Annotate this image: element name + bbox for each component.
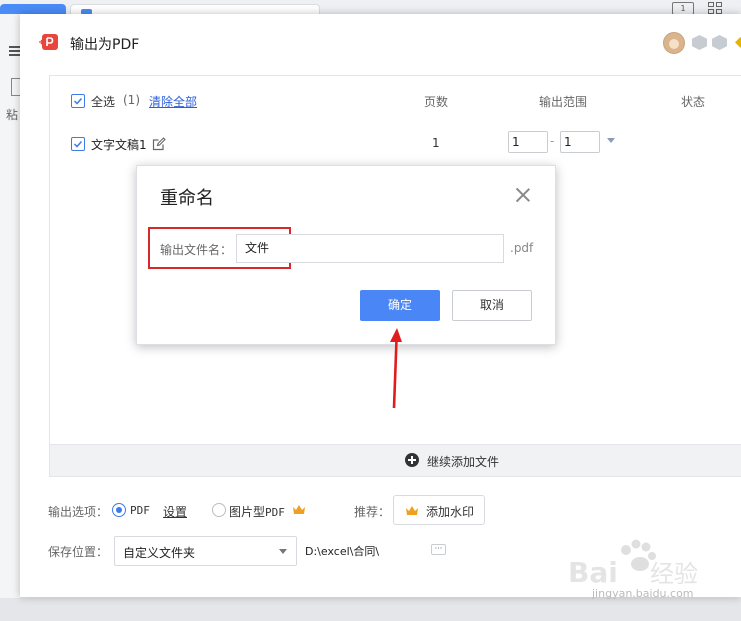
grid-view-icon[interactable]: [708, 2, 722, 14]
output-options-label: 输出选项：: [48, 505, 109, 519]
paste-label: 粘: [6, 108, 19, 122]
file-page-count: 1: [432, 136, 440, 150]
background-home-tab[interactable]: [0, 4, 66, 14]
crown-icon: [406, 506, 418, 515]
add-watermark-label: 添加水印: [426, 505, 475, 519]
filename-extension: .pdf: [510, 241, 534, 255]
menu-icon[interactable]: [9, 46, 20, 58]
range-to-input[interactable]: 1: [560, 131, 600, 153]
image-pdf-radio[interactable]: [212, 503, 226, 517]
clear-all-link[interactable]: 清除全部: [149, 93, 197, 110]
add-more-files-button[interactable]: 继续添加文件: [49, 444, 741, 477]
select-all-checkbox[interactable]: [71, 94, 85, 108]
crown-icon: [293, 505, 305, 514]
edit-name-icon[interactable]: [152, 137, 166, 151]
add-more-files-label: 继续添加文件: [427, 455, 500, 469]
select-all-label[interactable]: 全选: [91, 93, 115, 110]
pdf-logo-icon: [39, 34, 58, 50]
close-icon[interactable]: [515, 187, 531, 203]
vip-edge-icon: ◆: [735, 34, 741, 50]
range-separator: -: [550, 134, 555, 148]
save-location-select[interactable]: 自定义文件夹: [114, 536, 297, 566]
level-badge-icon[interactable]: [712, 35, 727, 50]
dialog-title: 输出为PDF: [70, 37, 140, 53]
column-header-pages: 页数: [424, 95, 449, 109]
file-row-checkbox[interactable]: [71, 137, 85, 151]
save-location-value: 自定义文件夹: [123, 546, 196, 560]
file-name: 文字文稿1: [91, 138, 147, 152]
save-path: D:\excel\合同\: [305, 545, 380, 558]
add-watermark-button[interactable]: 添加水印: [393, 495, 485, 525]
rename-modal: 重命名 输出文件名： 文件 .pdf 确定 取消: [136, 165, 556, 345]
svg-text:Bai: Bai: [568, 556, 618, 589]
browse-folder-button[interactable]: ···: [431, 544, 446, 555]
output-filename-label: 输出文件名：: [160, 243, 233, 257]
image-pdf-radio-label[interactable]: 图片型PDF: [229, 503, 285, 520]
range-dropdown-icon[interactable]: [607, 138, 615, 143]
checkmark-icon: [73, 140, 83, 148]
selected-count: (1): [123, 93, 140, 107]
pdf-settings-link[interactable]: 设置: [163, 503, 187, 520]
confirm-button[interactable]: 确定: [360, 290, 440, 321]
svg-text:经验: 经验: [650, 560, 698, 588]
output-filename-input[interactable]: 文件: [236, 234, 504, 263]
save-location-label: 保存位置：: [48, 545, 109, 559]
recommend-label: 推荐：: [354, 505, 391, 519]
watermark-url: jingyan.baidu.com: [592, 587, 694, 600]
membership-badge-icon[interactable]: [692, 35, 707, 50]
user-avatar[interactable]: [663, 32, 685, 54]
checkmark-icon: [73, 97, 83, 105]
range-from-input[interactable]: 1: [508, 131, 548, 153]
pdf-radio-label[interactable]: PDF: [130, 504, 150, 517]
chevron-down-icon: [279, 549, 287, 554]
column-header-status: 状态: [681, 95, 706, 109]
cancel-button[interactable]: 取消: [452, 290, 532, 321]
pdf-radio[interactable]: [112, 503, 126, 517]
rename-modal-title: 重命名: [160, 188, 214, 209]
column-header-range: 输出范围: [539, 95, 588, 109]
annotation-arrow-icon: [390, 328, 402, 409]
plus-circle-icon: [405, 453, 419, 467]
